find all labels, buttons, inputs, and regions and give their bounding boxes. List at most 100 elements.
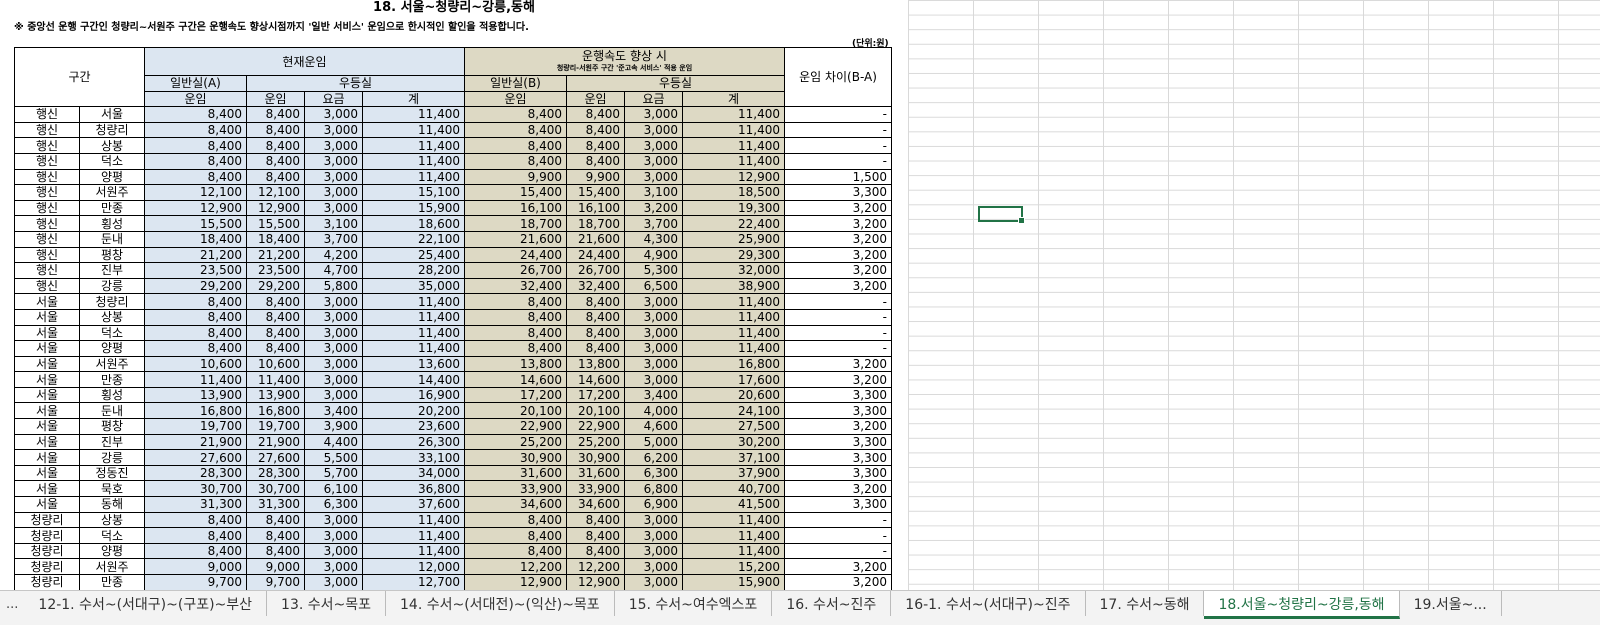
fare-b-cell[interactable]: 9,900	[464, 169, 567, 186]
fare-b-cell[interactable]: 8,400	[464, 106, 567, 123]
premium-fare-b-cell[interactable]: 8,400	[566, 325, 625, 342]
diff-cell[interactable]: 3,300	[784, 402, 892, 420]
diff-cell[interactable]: -	[784, 309, 892, 326]
from-cell[interactable]: 서울	[14, 325, 80, 342]
premium-total-cell[interactable]: 22,100	[362, 231, 465, 248]
fare-b-cell[interactable]: 8,400	[464, 137, 567, 154]
premium-charge-b-cell[interactable]: 3,100	[624, 184, 683, 201]
premium-total-cell[interactable]: 11,400	[362, 340, 465, 357]
premium-fare-cell[interactable]: 8,400	[246, 122, 305, 139]
fare-b-cell[interactable]: 26,700	[464, 262, 567, 279]
from-cell[interactable]: 행신	[14, 137, 80, 154]
header-current-fare[interactable]: 현재운임	[144, 47, 465, 76]
diff-cell[interactable]: -	[784, 543, 892, 560]
premium-total-cell[interactable]: 16,900	[362, 387, 465, 404]
premium-total-cell[interactable]: 20,200	[362, 402, 465, 420]
fare-b-cell[interactable]: 15,400	[464, 184, 567, 201]
premium-fare-cell[interactable]: 10,600	[246, 356, 305, 373]
fare-b-cell[interactable]: 8,400	[464, 309, 567, 326]
premium-total-b-cell[interactable]: 15,200	[682, 558, 785, 575]
premium-total-cell[interactable]: 11,400	[362, 137, 465, 154]
premium-fare-b-cell[interactable]: 14,600	[566, 371, 625, 388]
premium-fare-cell[interactable]: 21,200	[246, 247, 305, 264]
premium-total-b-cell[interactable]: 27,500	[682, 418, 785, 435]
header-premium-b[interactable]: 우등실	[566, 75, 785, 92]
premium-charge-b-cell[interactable]: 3,000	[624, 340, 683, 357]
diff-cell[interactable]: 3,200	[784, 356, 892, 373]
premium-charge-b-cell[interactable]: 3,000	[624, 309, 683, 326]
fare-a-cell[interactable]: 18,400	[144, 231, 247, 248]
premium-total-b-cell[interactable]: 38,900	[682, 278, 785, 295]
header-charge[interactable]: 요금	[304, 90, 363, 108]
header-general-b[interactable]: 일반실(B)	[464, 75, 567, 92]
fare-b-cell[interactable]: 12,900	[464, 574, 567, 591]
fare-a-cell[interactable]: 15,500	[144, 215, 247, 232]
diff-cell[interactable]: 3,300	[784, 449, 892, 466]
premium-total-b-cell[interactable]: 24,100	[682, 402, 785, 420]
premium-fare-cell[interactable]: 16,800	[246, 402, 305, 420]
fare-b-cell[interactable]: 8,400	[464, 293, 567, 310]
premium-total-cell[interactable]: 12,700	[362, 574, 465, 591]
premium-charge-cell[interactable]: 3,000	[304, 387, 363, 404]
premium-fare-b-cell[interactable]: 17,200	[566, 387, 625, 404]
sheet-tab[interactable]: 17. 수서~동해	[1086, 591, 1205, 616]
premium-total-cell[interactable]: 13,600	[362, 356, 465, 373]
to-cell[interactable]: 양평	[79, 340, 145, 357]
premium-fare-cell[interactable]: 8,400	[246, 153, 305, 170]
premium-total-cell[interactable]: 12,000	[362, 558, 465, 575]
header-diff[interactable]: 운임 차이(B-A)	[784, 46, 892, 108]
premium-total-b-cell[interactable]: 11,400	[682, 293, 785, 310]
fare-a-cell[interactable]: 8,400	[144, 153, 247, 170]
diff-cell[interactable]: 3,300	[784, 465, 892, 482]
diff-cell[interactable]: 3,200	[784, 247, 892, 264]
premium-fare-cell[interactable]: 8,400	[246, 169, 305, 186]
premium-total-b-cell[interactable]: 32,000	[682, 262, 785, 279]
premium-charge-cell[interactable]: 3,000	[304, 184, 363, 201]
premium-charge-b-cell[interactable]: 3,000	[624, 106, 683, 123]
tab-overflow-button[interactable]: ...	[0, 591, 24, 612]
premium-charge-cell[interactable]: 5,800	[304, 278, 363, 295]
premium-total-cell[interactable]: 25,400	[362, 247, 465, 264]
premium-charge-cell[interactable]: 3,000	[304, 543, 363, 560]
premium-total-cell[interactable]: 23,600	[362, 418, 465, 435]
premium-charge-b-cell[interactable]: 5,300	[624, 262, 683, 279]
from-cell[interactable]: 서울	[14, 418, 80, 435]
premium-charge-cell[interactable]: 3,000	[304, 200, 363, 217]
fare-a-cell[interactable]: 9,700	[144, 574, 247, 591]
premium-fare-cell[interactable]: 11,400	[246, 371, 305, 388]
fare-b-cell[interactable]: 14,600	[464, 371, 567, 388]
premium-fare-b-cell[interactable]: 20,100	[566, 402, 625, 420]
premium-total-cell[interactable]: 33,100	[362, 449, 465, 466]
premium-fare-b-cell[interactable]: 25,200	[566, 434, 625, 451]
fare-a-cell[interactable]: 8,400	[144, 340, 247, 357]
premium-fare-cell[interactable]: 8,400	[246, 293, 305, 310]
premium-fare-b-cell[interactable]: 8,400	[566, 293, 625, 310]
premium-fare-cell[interactable]: 8,400	[246, 137, 305, 154]
from-cell[interactable]: 행신	[14, 184, 80, 201]
premium-total-cell[interactable]: 36,800	[362, 480, 465, 498]
to-cell[interactable]: 청량리	[79, 293, 145, 310]
diff-cell[interactable]: 3,200	[784, 418, 892, 435]
premium-charge-cell[interactable]: 3,000	[304, 137, 363, 154]
diff-cell[interactable]: -	[784, 137, 892, 154]
from-cell[interactable]: 서울	[14, 480, 80, 498]
premium-charge-cell[interactable]: 3,000	[304, 356, 363, 373]
to-cell[interactable]: 상봉	[79, 137, 145, 154]
premium-fare-b-cell[interactable]: 15,400	[566, 184, 625, 201]
premium-fare-b-cell[interactable]: 8,400	[566, 309, 625, 326]
premium-total-cell[interactable]: 11,400	[362, 325, 465, 342]
diff-cell[interactable]: -	[784, 153, 892, 170]
premium-fare-b-cell[interactable]: 12,900	[566, 574, 625, 591]
premium-fare-b-cell[interactable]: 8,400	[566, 106, 625, 123]
diff-cell[interactable]: 3,300	[784, 387, 892, 404]
diff-cell[interactable]: -	[784, 106, 892, 123]
fare-a-cell[interactable]: 21,200	[144, 247, 247, 264]
diff-cell[interactable]: -	[784, 512, 892, 529]
from-cell[interactable]: 행신	[14, 247, 80, 264]
premium-charge-cell[interactable]: 3,000	[304, 574, 363, 591]
premium-charge-cell[interactable]: 5,500	[304, 449, 363, 466]
premium-total-cell[interactable]: 11,400	[362, 169, 465, 186]
fare-a-cell[interactable]: 13,900	[144, 387, 247, 404]
to-cell[interactable]: 양평	[79, 169, 145, 186]
premium-total-b-cell[interactable]: 20,600	[682, 387, 785, 404]
